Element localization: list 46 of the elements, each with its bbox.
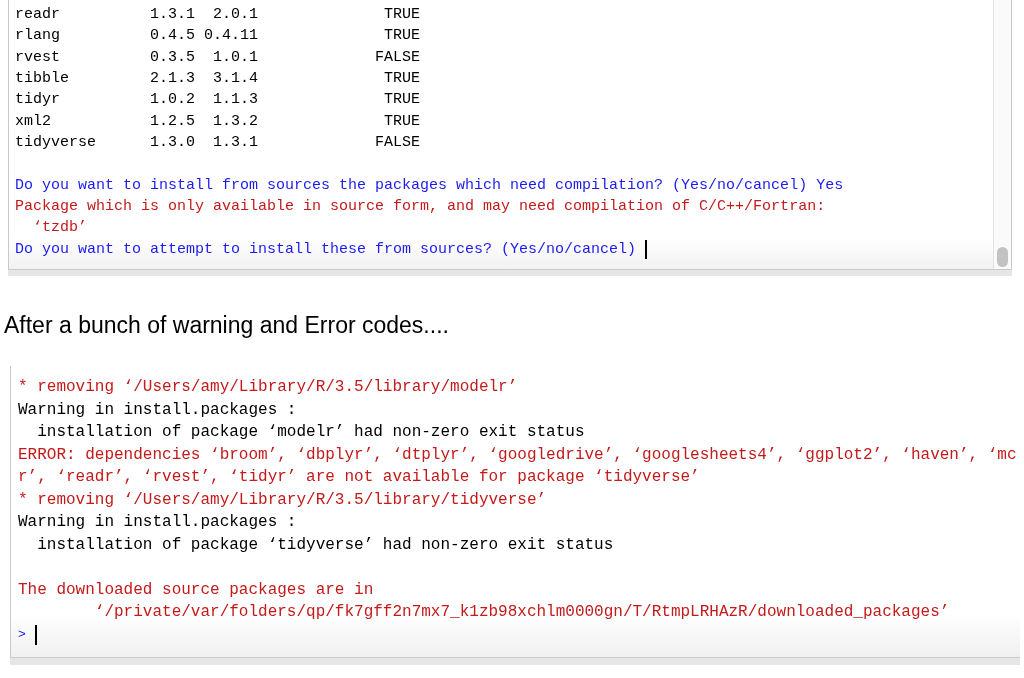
table-cell: 1.3.1 <box>213 133 258 151</box>
table-cell: 2.0.1 <box>213 6 258 23</box>
path-line: ‘/private/var/folders/qp/fk7gff2n7mx7_k1zb98xchlm0000gn/T/RtmpLRHAzR/downloaded_packages’ <box>93 602 950 623</box>
error-line: * removing ‘/Users/amy/Library/R/3.5/library/modelr’ <box>18 377 518 398</box>
table-cell: TRUE <box>384 91 421 109</box>
table-cell: TRUE <box>384 112 421 130</box>
table-cell: 1.3.0 <box>150 133 196 151</box>
table-cell: 1.2.5 <box>150 112 196 130</box>
table-cell: tidyr <box>15 91 60 109</box>
section-heading: After a bunch of warning and Error codes.... <box>4 312 449 338</box>
table-cell: readr <box>15 6 60 23</box>
table-cell: 2.1.3 <box>150 70 196 87</box>
scrollbar-thumb[interactable] <box>997 247 1008 267</box>
table-cell: tidyverse <box>15 133 96 151</box>
error-line: ERROR: dependencies ‘broom’, ‘dbplyr’, ‘dtplyr’, ‘googledrive’, ‘googlesheets4’, ‘ggplot2’, ‘haven’, ‘mc <box>18 444 1017 466</box>
prompt-symbol: > <box>18 625 26 644</box>
table-cell: 0.4.11 <box>204 27 258 45</box>
table-cell: 1.1.3 <box>213 91 258 109</box>
table-cell: 1.3.1 <box>150 6 196 23</box>
output-line: installation of package ‘tidyverse’ had non-zero exit status <box>36 534 614 556</box>
table-cell: xml2 <box>15 112 51 130</box>
table-cell: 3.1.4 <box>213 70 258 87</box>
table-cell: FALSE <box>375 133 421 151</box>
table-cell: 0.3.5 <box>150 48 196 66</box>
table-cell: tibble <box>15 70 69 87</box>
prompt-line: Do you want to install from sources the packages which need compilation? (Yes/no/cancel) Yes <box>15 175 844 196</box>
table-cell: FALSE <box>375 48 421 66</box>
table-cell: TRUE <box>384 70 421 87</box>
output-line: Warning in install.packages : <box>18 399 297 421</box>
table-cell: rvest <box>15 48 60 66</box>
table-cell: 1.0.2 <box>150 91 196 109</box>
error-line: * removing ‘/Users/amy/Library/R/3.5/library/tidyverse’ <box>18 489 547 511</box>
error-line: Package which is only available in source form, and may need compilation of C/C++/Fortran: <box>15 196 826 217</box>
error-line: r’, ‘readr’, ‘rvest’, ‘tidyr’ are not available for package ‘tidyverse’ <box>18 467 700 488</box>
table-cell: rlang <box>15 27 60 45</box>
output-line: installation of package ‘modelr’ had non-zero exit status <box>36 422 585 443</box>
scrollbar-track[interactable] <box>993 0 1011 269</box>
error-line: The downloaded source packages are in <box>18 579 374 601</box>
output-line: Warning in install.packages : <box>18 512 297 533</box>
table-cell: 1.3.2 <box>213 112 258 130</box>
prompt-line: Do you want to attempt to install these from sources? (Yes/no/cancel) <box>15 239 637 260</box>
table-cell: TRUE <box>384 27 421 45</box>
table-cell: TRUE <box>384 6 421 23</box>
table-cell: 1.0.1 <box>213 48 258 66</box>
table-cell: 0.4.5 <box>150 27 196 45</box>
error-line: ‘tzdb’ <box>32 218 87 239</box>
